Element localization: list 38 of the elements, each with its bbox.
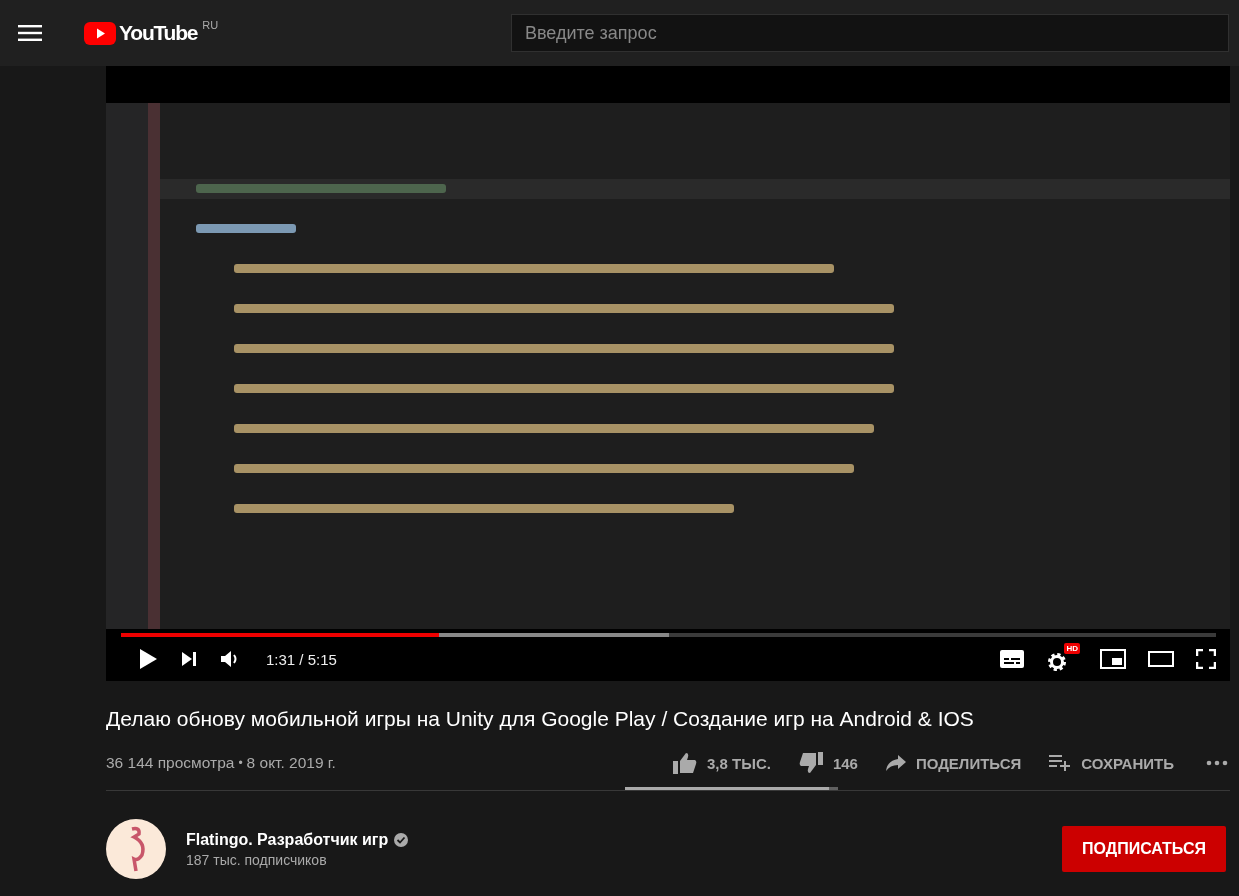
share-button[interactable]: ПОДЕЛИТЬСЯ (885, 754, 1022, 772)
share-arrow-icon (885, 755, 906, 771)
more-button[interactable] (1206, 760, 1228, 766)
video-title: Делаю обнову мобильной игры на Unity для Google Play / Создание игр на Android & IOS (106, 706, 975, 732)
settings-icon (1046, 651, 1068, 673)
add-to-playlist-icon (1049, 755, 1072, 771)
thumbs-down-icon (798, 752, 823, 774)
region-label: RU (202, 19, 219, 31)
progress-bar[interactable] (121, 633, 1216, 637)
more-icon (1206, 760, 1228, 766)
settings-button[interactable]: HD (1044, 643, 1080, 675)
search-field[interactable]: Введите запрос (511, 14, 1229, 52)
logo-link[interactable]: YouTube $^{RU}$ (84, 21, 219, 45)
play-logo-icon (84, 21, 116, 45)
miniplayer-button[interactable] (1098, 647, 1128, 671)
menu-icon (18, 24, 42, 42)
view-count: 36 144 просмотра (106, 754, 235, 772)
subscribe-button[interactable]: ПОДПИСАТЬСЯ (1062, 826, 1226, 872)
theater-mode-button[interactable] (1146, 649, 1176, 669)
separator-dot: • (238, 756, 243, 770)
channel-name[interactable]: Flatingo. Разработчик игр (186, 830, 389, 849)
dislike-button[interactable]: 146 (798, 752, 858, 774)
fullscreen-icon (1196, 649, 1216, 669)
theater-mode-icon (1148, 651, 1174, 667)
like-button[interactable]: 3,8 ТЫС. (673, 752, 771, 774)
miniplayer-icon (1100, 649, 1126, 669)
upload-date: 8 окт. 2019 г. (246, 754, 336, 772)
hd-badge: HD (1064, 643, 1080, 654)
next-icon (180, 650, 198, 668)
subtitles-icon (1000, 650, 1024, 668)
channel-avatar[interactable] (106, 819, 166, 879)
subscriber-count: 187 тыс. подписчиков (186, 851, 328, 868)
fullscreen-button[interactable] (1194, 647, 1218, 671)
play-icon (138, 648, 158, 670)
subtitles-button[interactable] (998, 648, 1026, 670)
save-button[interactable]: СОХРАНИТЬ (1049, 754, 1174, 772)
thumbs-up-icon (673, 752, 697, 774)
time-display: 1:31 / 5:15 (266, 650, 337, 668)
